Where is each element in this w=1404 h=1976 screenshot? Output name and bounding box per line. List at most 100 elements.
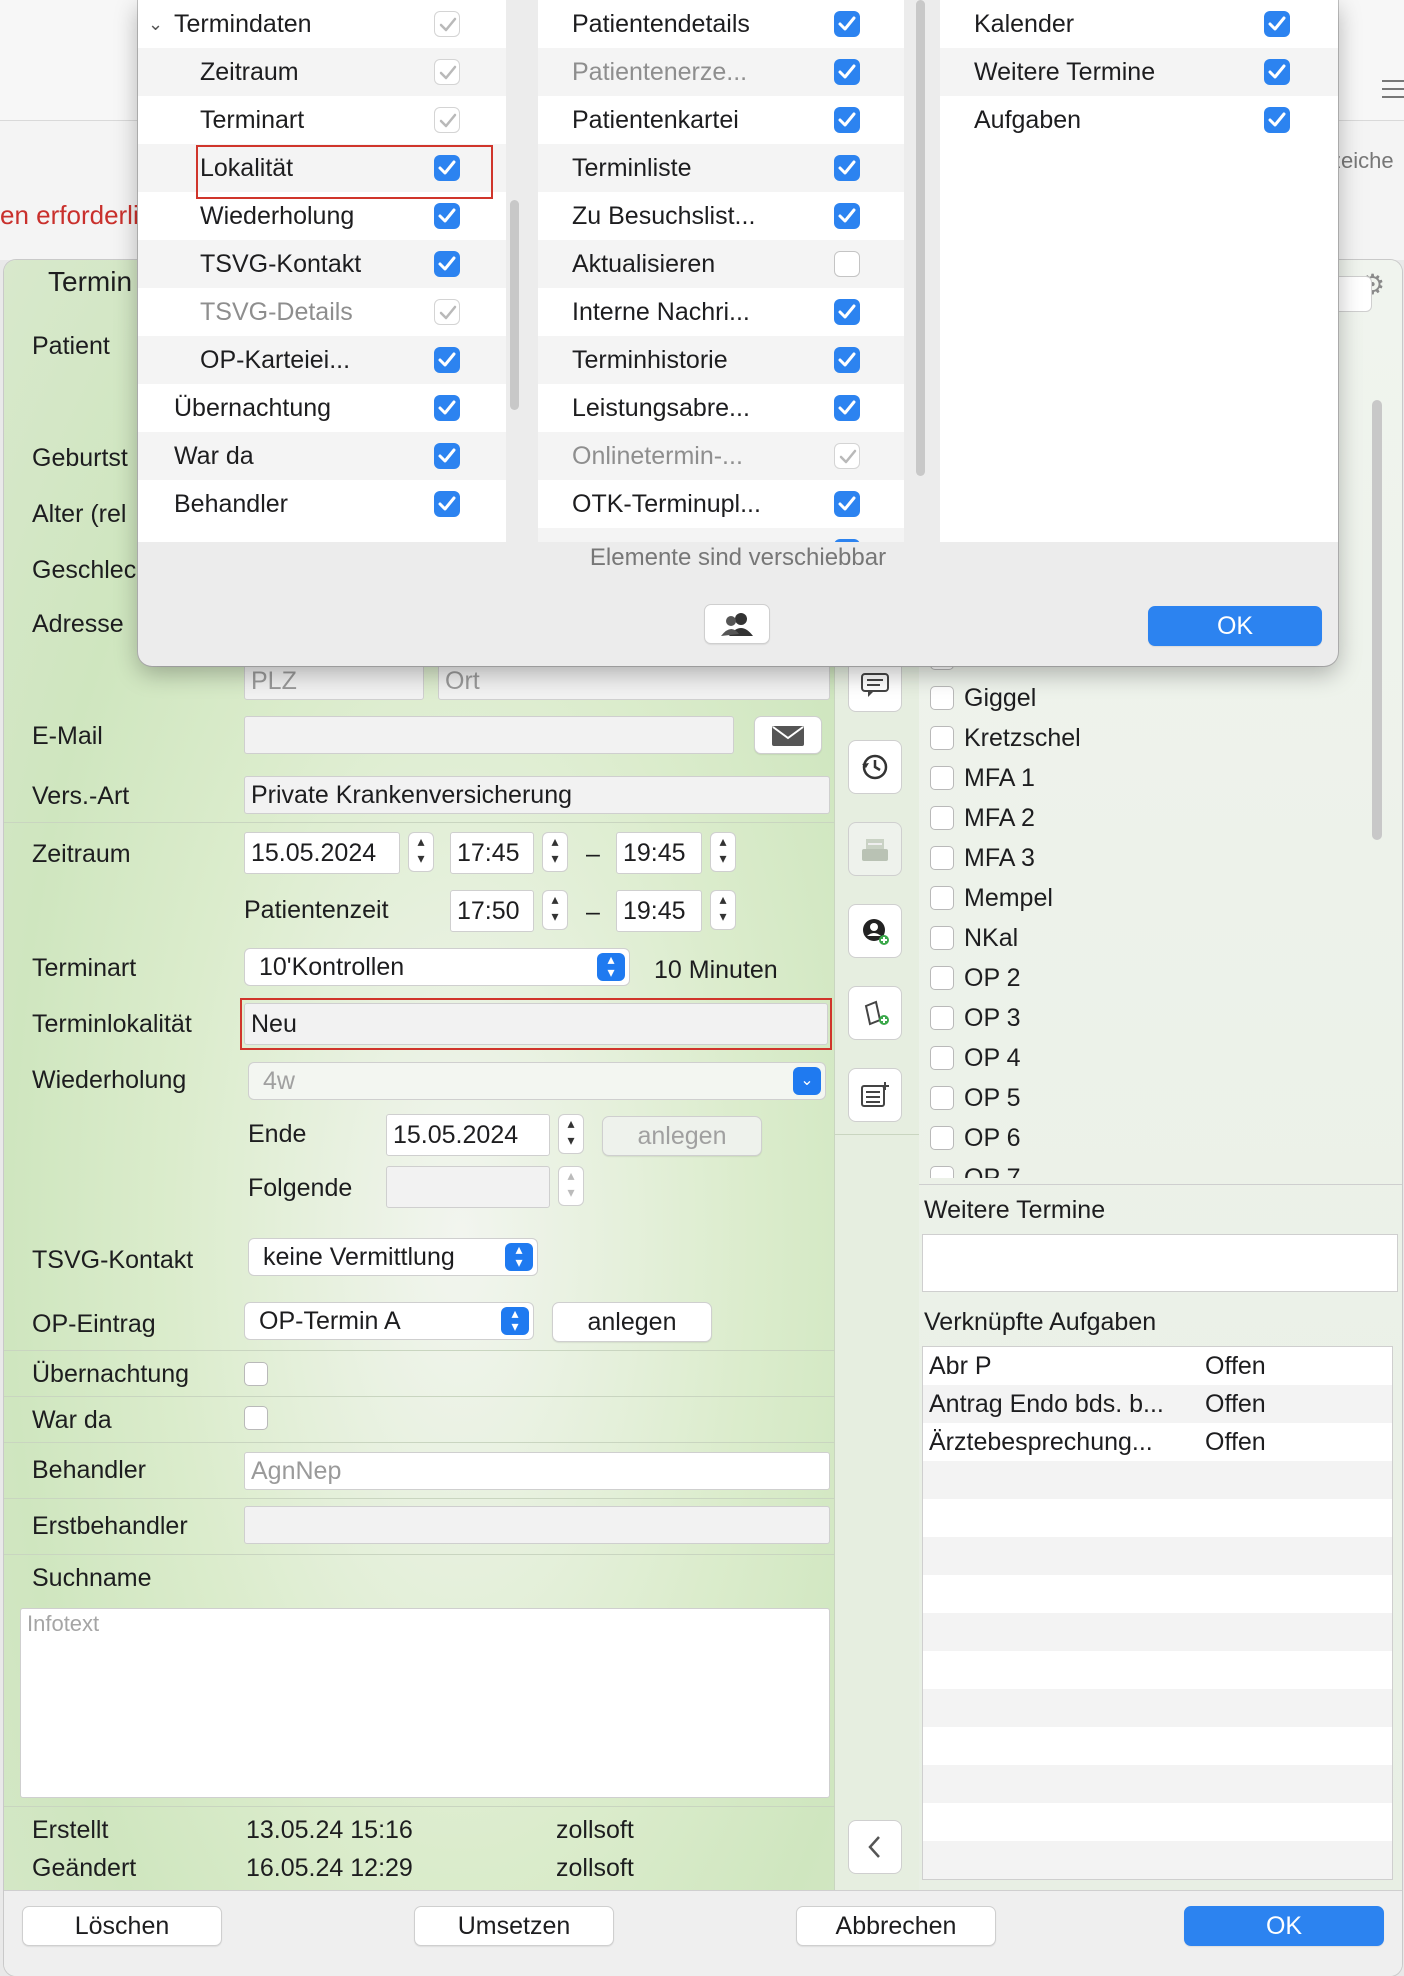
popover-row-checkbox[interactable] xyxy=(834,155,860,181)
column1-scrollbar[interactable] xyxy=(510,200,519,410)
popover-row[interactable]: Leistungsabre... xyxy=(538,384,904,432)
resource-checkbox[interactable] xyxy=(930,806,954,830)
popover-row[interactable]: Übernachtung xyxy=(138,384,506,432)
cash-register-button[interactable] xyxy=(848,822,902,876)
add-to-list-button[interactable] xyxy=(848,1068,902,1122)
list-item[interactable]: OP 3 xyxy=(920,998,1366,1038)
popover-row[interactable]: Aktualisieren xyxy=(538,240,904,288)
period-date-field[interactable]: 15.05.2024 xyxy=(244,832,400,874)
list-item[interactable]: OP 2 xyxy=(920,958,1366,998)
email-field[interactable] xyxy=(244,716,734,754)
popover-row[interactable]: War da xyxy=(138,432,506,480)
popover-row[interactable]: Patientendetails xyxy=(538,0,904,48)
history-button[interactable] xyxy=(848,740,902,794)
op-create-button[interactable]: anlegen xyxy=(552,1302,712,1342)
popover-row-checkbox[interactable] xyxy=(434,59,460,85)
resource-checkbox[interactable] xyxy=(930,1126,954,1150)
patient-time-from-stepper[interactable]: ▴ ▾ xyxy=(542,890,568,930)
resource-checkbox[interactable] xyxy=(930,1166,954,1178)
patient-time-to-field[interactable]: 19:45 xyxy=(616,890,702,932)
popover-row-checkbox[interactable] xyxy=(834,347,860,373)
resource-checkbox[interactable] xyxy=(930,966,954,990)
period-to-field[interactable]: 19:45 xyxy=(616,832,702,874)
list-item[interactable]: Kretzschel xyxy=(920,718,1366,758)
add-contact-button[interactable] xyxy=(848,904,902,958)
resource-checkbox[interactable] xyxy=(930,926,954,950)
popover-row-checkbox[interactable] xyxy=(834,491,860,517)
popover-person-button[interactable] xyxy=(704,604,770,644)
popover-row-checkbox[interactable] xyxy=(1264,11,1290,37)
resource-checkbox[interactable] xyxy=(930,846,954,870)
list-item[interactable]: OP 6 xyxy=(920,1118,1366,1158)
popover-row[interactable]: Terminhistorie xyxy=(538,336,904,384)
end-date-field[interactable]: 15.05.2024 xyxy=(386,1114,550,1156)
popover-row[interactable]: Onlinetermin-... xyxy=(538,432,904,480)
popover-row[interactable]: Terminliste xyxy=(538,144,904,192)
popover-row[interactable]: Zu Besuchslist... xyxy=(538,192,904,240)
menu-icon[interactable] xyxy=(1382,80,1404,100)
resource-checkbox[interactable] xyxy=(930,886,954,910)
following-field[interactable] xyxy=(386,1166,550,1208)
period-date-stepper[interactable]: ▴ ▾ xyxy=(408,832,434,872)
list-item[interactable]: OP 7 xyxy=(920,1158,1366,1178)
resource-checkbox[interactable] xyxy=(930,726,954,750)
popover-row-checkbox[interactable] xyxy=(434,251,460,277)
popover-row[interactable]: TSVG-Kontakt xyxy=(138,240,506,288)
repeat-select[interactable]: 4w ⌄ xyxy=(248,1062,826,1100)
resource-scrollbar[interactable] xyxy=(1372,400,1382,840)
popover-row-checkbox[interactable] xyxy=(434,491,460,517)
disclosure-chevron-icon[interactable]: ⌄ xyxy=(148,0,163,48)
period-from-stepper[interactable]: ▴ ▾ xyxy=(542,832,568,872)
period-from-field[interactable]: 17:45 xyxy=(450,832,534,874)
overnight-checkbox[interactable] xyxy=(244,1362,268,1386)
popover-row[interactable]: Patientenerze... xyxy=(538,48,904,96)
was-there-checkbox[interactable] xyxy=(244,1406,268,1430)
popover-row-checkbox[interactable] xyxy=(834,11,860,37)
list-item[interactable]: Mempel xyxy=(920,878,1366,918)
collapse-button[interactable] xyxy=(848,1820,902,1874)
new-document-button[interactable] xyxy=(848,986,902,1040)
popover-row-checkbox[interactable] xyxy=(834,203,860,229)
list-item[interactable]: MFA 1 xyxy=(920,758,1366,798)
list-item[interactable]: MFA 3 xyxy=(920,838,1366,878)
popover-row[interactable]: Interne Nachri... xyxy=(538,288,904,336)
end-date-stepper[interactable]: ▴ ▾ xyxy=(558,1114,584,1154)
popover-row[interactable]: Behandler xyxy=(138,480,506,528)
popover-row-checkbox[interactable] xyxy=(1264,59,1290,85)
plz-field[interactable]: PLZ xyxy=(244,662,424,700)
ok-button[interactable]: OK xyxy=(1184,1906,1384,1946)
list-item[interactable]: NKal xyxy=(920,918,1366,958)
type-select[interactable]: 10'Kontrollen ▴ ▾ xyxy=(244,948,630,986)
cancel-button[interactable]: Abbrechen xyxy=(796,1906,996,1946)
popover-row[interactable]: Kalender xyxy=(940,0,1338,48)
popover-row[interactable]: OTK-Terminupl... xyxy=(538,480,904,528)
popover-row[interactable]: Wiederholung xyxy=(138,192,506,240)
move-button[interactable]: Umsetzen xyxy=(414,1906,614,1946)
popover-row[interactable]: TSVG-Details xyxy=(138,288,506,336)
table-row[interactable]: Ärztebesprechung... Offen xyxy=(923,1423,1392,1461)
delete-button[interactable]: Löschen xyxy=(22,1906,222,1946)
popover-row-checkbox[interactable] xyxy=(834,539,860,542)
popover-row[interactable]: Zeitraum xyxy=(138,48,506,96)
popover-row-checkbox[interactable] xyxy=(834,107,860,133)
popover-row-checkbox[interactable] xyxy=(434,11,460,37)
resource-checkbox[interactable] xyxy=(930,1006,954,1030)
popover-row-checkbox[interactable] xyxy=(434,107,460,133)
popover-row[interactable]: OP-Karteiei... xyxy=(138,336,506,384)
table-row[interactable]: Antrag Endo bds. b... Offen xyxy=(923,1385,1392,1423)
popover-row-checkbox[interactable] xyxy=(1264,107,1290,133)
table-row[interactable]: Abr P Offen xyxy=(923,1347,1392,1385)
popover-row-checkbox[interactable] xyxy=(434,347,460,373)
resource-checkbox[interactable] xyxy=(930,1046,954,1070)
resource-checkbox[interactable] xyxy=(930,686,954,710)
practitioner-field[interactable]: AgnNep xyxy=(244,1452,830,1490)
op-select[interactable]: OP-Termin A ▴ ▾ xyxy=(244,1302,534,1340)
popover-row[interactable]: ⌄ Termindaten xyxy=(138,0,506,48)
patient-time-to-stepper[interactable]: ▴ ▾ xyxy=(710,890,736,930)
following-stepper[interactable]: ▴ ▾ xyxy=(558,1166,584,1206)
popover-row-checkbox[interactable] xyxy=(434,395,460,421)
tsvg-select[interactable]: keine Vermittlung ▴ ▾ xyxy=(248,1238,538,1276)
more-appointments-box[interactable] xyxy=(922,1234,1398,1292)
popover-row-checkbox[interactable] xyxy=(834,443,860,469)
popover-row-checkbox[interactable] xyxy=(834,59,860,85)
